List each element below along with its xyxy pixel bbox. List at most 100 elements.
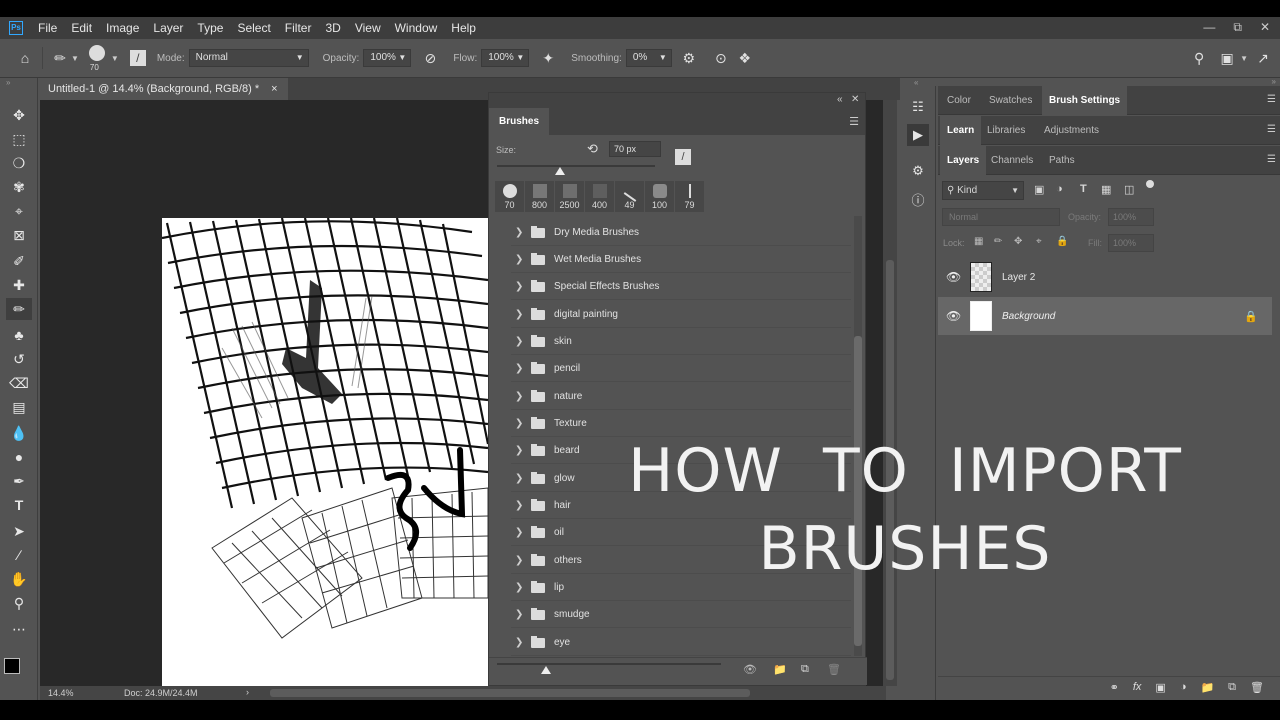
collapse-icon[interactable]: »	[6, 78, 10, 87]
list-item[interactable]: ❯ Dry Media Brushes	[511, 220, 851, 246]
brush-preset[interactable]: 100	[645, 181, 674, 212]
chevron-down-icon[interactable]: ▼	[111, 54, 119, 63]
layer-name[interactable]: Layer 2	[1002, 272, 1035, 283]
brush-preset[interactable]: 79	[675, 181, 704, 212]
chevron-right-icon[interactable]: ❯	[515, 309, 527, 320]
quick-select-tool-icon[interactable]: ✾	[6, 176, 32, 198]
symmetry-icon[interactable]: ❖	[734, 47, 756, 69]
line-tool-icon[interactable]: ∕	[6, 544, 32, 566]
smoothing-field[interactable]: 0% ▼	[625, 49, 672, 67]
home-icon[interactable]: ⌂	[14, 47, 36, 69]
vertical-scrollbar[interactable]	[883, 100, 897, 686]
collapse-icon[interactable]: »	[1272, 77, 1276, 86]
chevron-right-icon[interactable]: ❯	[515, 254, 527, 265]
gradient-tool-icon[interactable]: ▤	[6, 396, 32, 418]
tab-adjustments[interactable]: Adjustments	[1037, 116, 1106, 145]
mode-select[interactable]: Normal ▼	[188, 49, 309, 67]
menu-layer[interactable]: Layer	[146, 21, 190, 35]
tab-brush-settings[interactable]: Brush Settings	[1042, 86, 1128, 115]
flow-field[interactable]: 100% ▼	[481, 49, 530, 67]
frame-tool-icon[interactable]: ⊠	[6, 224, 32, 246]
new-group-icon[interactable]: 📁	[773, 663, 787, 676]
tab-learn[interactable]: Learn	[940, 116, 982, 145]
brush-tool-preset-icon[interactable]: ✏	[49, 47, 71, 69]
panel-menu-icon[interactable]: ☰	[1267, 154, 1276, 165]
share-icon[interactable]: ↗	[1252, 47, 1274, 69]
marquee-tool-icon[interactable]: ⬚	[6, 128, 32, 150]
pen-tool-icon[interactable]: ✒	[6, 470, 32, 492]
chevron-right-icon[interactable]: ❯	[515, 527, 527, 538]
link-icon[interactable]: ⚭	[1110, 681, 1119, 700]
visibility-toggle-icon[interactable]: 👁	[743, 663, 757, 676]
menu-help[interactable]: Help	[444, 21, 483, 35]
lock-paint-icon[interactable]: ✏	[994, 236, 1002, 247]
layer-row[interactable]: 👁 Layer 2	[938, 258, 1272, 296]
pressure-opacity-icon[interactable]: ⊘	[419, 47, 441, 69]
lock-pixels-icon[interactable]: ▦	[974, 236, 983, 247]
menu-window[interactable]: Window	[388, 21, 445, 35]
brush-tool-icon[interactable]: ✏	[6, 298, 32, 320]
brush-preset[interactable]: 70	[495, 181, 524, 212]
document-tab[interactable]: Untitled-1 @ 14.4% (Background, RGB/8) *…	[40, 78, 288, 100]
zoom-level[interactable]: 14.4%	[48, 688, 74, 698]
type-tool-icon[interactable]: T	[6, 494, 32, 516]
chevron-right-icon[interactable]: ❯	[515, 555, 527, 566]
menu-3d[interactable]: 3D	[318, 21, 347, 35]
collapse-panel-icon[interactable]: «	[837, 94, 843, 105]
panel-menu-icon[interactable]: ☰	[849, 115, 859, 128]
opacity-field[interactable]: 100% ▼	[363, 49, 412, 67]
horizontal-scrollbar[interactable]	[270, 689, 750, 697]
collapse-icon[interactable]: «	[914, 78, 918, 87]
search-icon[interactable]: ⚲	[1188, 47, 1210, 69]
type-filter-icon[interactable]: T	[1080, 183, 1087, 195]
document-canvas[interactable]	[162, 218, 488, 686]
close-panel-icon[interactable]: ✕	[851, 94, 859, 105]
list-item[interactable]: ❯ nature	[511, 384, 851, 410]
new-layer-icon[interactable]: ⧉	[1228, 681, 1236, 700]
brush-preset[interactable]: 400	[585, 181, 614, 212]
eraser-tool-icon[interactable]: ⌫	[6, 372, 32, 394]
chevron-right-icon[interactable]: ❯	[515, 391, 527, 402]
close-icon[interactable]: ✕	[1260, 20, 1270, 35]
move-tool-icon[interactable]: ✥	[6, 104, 32, 126]
brush-preset[interactable]: 800	[525, 181, 554, 212]
chevron-right-icon[interactable]: ❯	[515, 281, 527, 292]
tab-layers[interactable]: Layers	[940, 146, 987, 175]
history-brush-tool-icon[interactable]: ↺	[6, 348, 32, 370]
panel-menu-icon[interactable]: ☰	[1267, 94, 1276, 105]
chevron-right-icon[interactable]: ❯	[515, 445, 527, 456]
chevron-right-icon[interactable]: ❯	[515, 500, 527, 511]
dodge-tool-icon[interactable]: ●	[6, 446, 32, 468]
menu-view[interactable]: View	[348, 21, 388, 35]
zoom-tool-icon[interactable]: ⚲	[6, 592, 32, 614]
brush-settings-toggle-icon[interactable]: /	[127, 47, 149, 69]
chevron-down-icon[interactable]: ▼	[1240, 54, 1248, 63]
chevron-right-icon[interactable]: ❯	[515, 609, 527, 620]
info-icon[interactable]: ⓘ	[907, 188, 929, 210]
preview-slider-thumb[interactable]	[541, 666, 551, 674]
new-brush-icon[interactable]: /	[675, 149, 691, 165]
foreground-color-swatch[interactable]	[4, 658, 20, 674]
crop-tool-icon[interactable]: ⌖	[6, 200, 32, 222]
chevron-right-icon[interactable]: ❯	[515, 473, 527, 484]
gear-icon[interactable]: ⚙	[678, 47, 700, 69]
minimize-icon[interactable]: —	[1203, 20, 1215, 35]
workspace-icon[interactable]: ▣	[1216, 47, 1238, 69]
preview-size-slider[interactable]	[497, 663, 721, 665]
eye-icon[interactable]: 👁	[946, 270, 964, 284]
fx-icon[interactable]: fx	[1133, 681, 1142, 700]
list-item[interactable]: ❯ Wet Media Brushes	[511, 247, 851, 273]
brush-preset[interactable]: 2500	[555, 181, 584, 212]
play-actions-icon[interactable]: ▶	[907, 124, 929, 146]
eyedropper-tool-icon[interactable]: ✐	[6, 250, 32, 272]
path-select-tool-icon[interactable]: ➤	[6, 520, 32, 542]
menu-type[interactable]: Type	[190, 21, 230, 35]
panel-menu-icon[interactable]: ☰	[1267, 124, 1276, 135]
list-item[interactable]: ❯ Special Effects Brushes	[511, 274, 851, 300]
chevron-right-icon[interactable]: ❯	[515, 418, 527, 429]
size-slider-thumb[interactable]	[555, 167, 566, 175]
hand-tool-icon[interactable]: ✋	[6, 568, 32, 590]
tab-brushes[interactable]: Brushes	[489, 108, 550, 135]
list-item[interactable]: ❯ skin	[511, 329, 851, 355]
blur-tool-icon[interactable]: 💧	[6, 422, 32, 444]
